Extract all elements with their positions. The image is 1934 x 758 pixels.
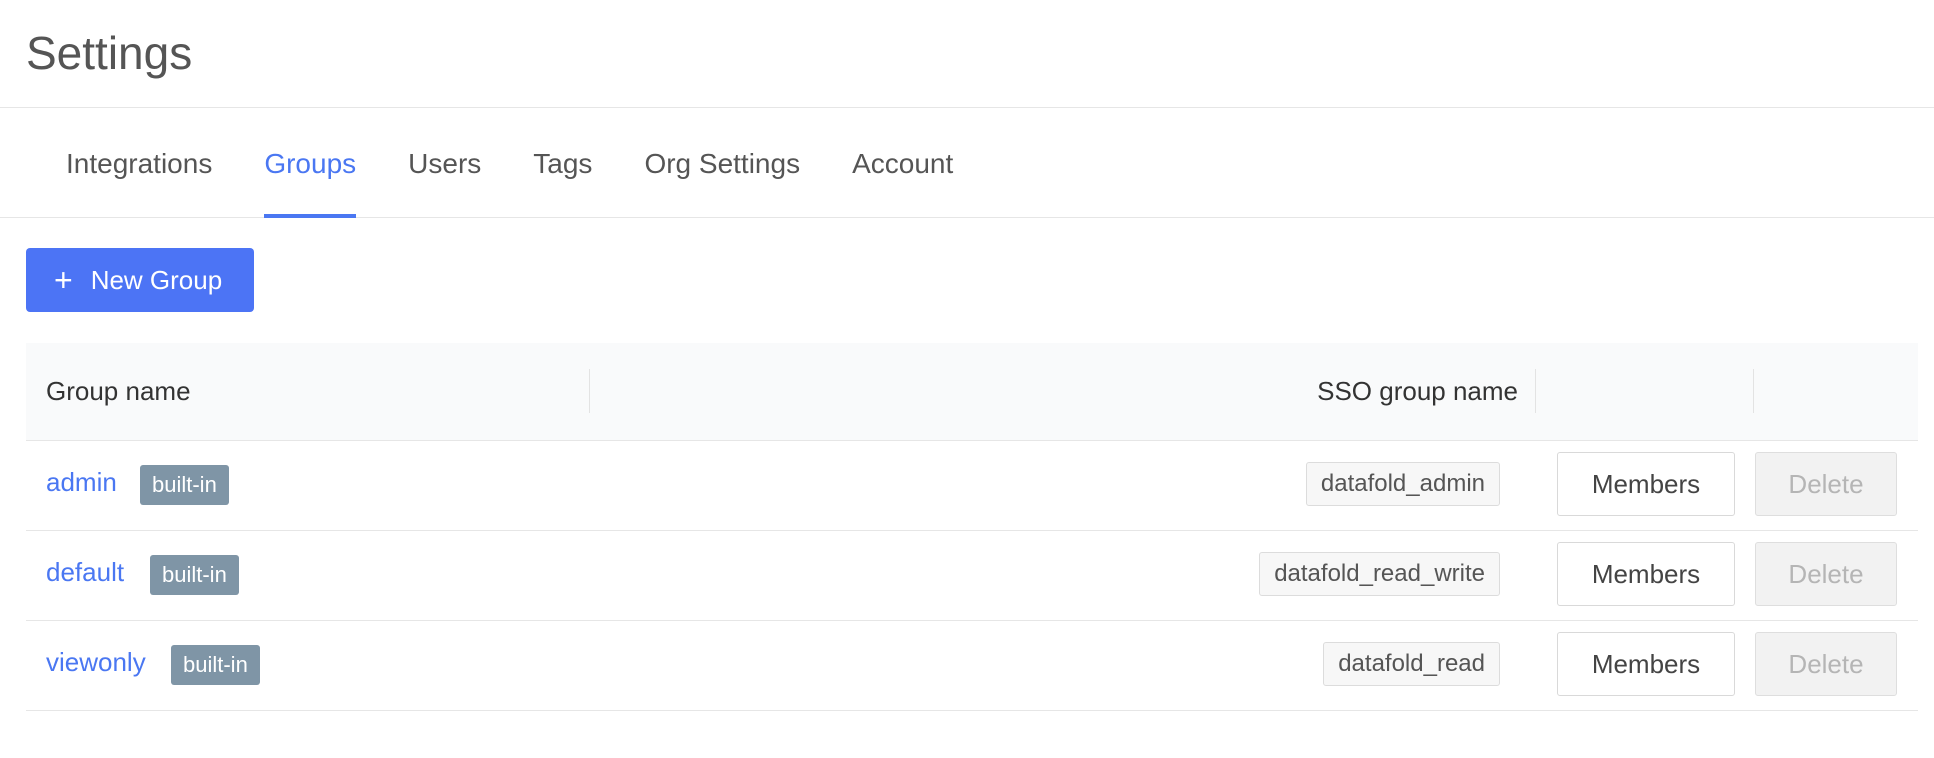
- column-header-group-name: Group name: [46, 376, 191, 406]
- sso-group-chip: datafold_read_write: [1259, 552, 1500, 596]
- column-header-sso-group-name: SSO group name: [1317, 376, 1518, 406]
- tab-tags[interactable]: Tags: [533, 108, 592, 217]
- sso-group-chip: datafold_admin: [1305, 462, 1500, 506]
- built-in-badge: built-in: [150, 555, 239, 595]
- page-title: Settings: [26, 27, 193, 79]
- delete-button: Delete: [1755, 632, 1897, 696]
- tab-groups[interactable]: Groups: [264, 108, 356, 218]
- group-link-viewonly[interactable]: viewonly: [46, 647, 146, 678]
- tab-integrations[interactable]: Integrations: [66, 108, 212, 217]
- tab-users[interactable]: Users: [408, 108, 481, 217]
- group-link-default[interactable]: default: [46, 557, 124, 588]
- sso-group-chip: datafold_read: [1323, 642, 1500, 686]
- table-row: admin built-in datafold_admin Members De…: [26, 441, 1918, 531]
- members-button[interactable]: Members: [1557, 632, 1735, 696]
- delete-button: Delete: [1755, 542, 1897, 606]
- column-divider: [1535, 369, 1536, 413]
- table-row: viewonly built-in datafold_read Members …: [26, 621, 1918, 711]
- column-divider: [1753, 369, 1754, 413]
- plus-icon: +: [54, 262, 73, 298]
- delete-button: Delete: [1755, 452, 1897, 516]
- tab-org-settings[interactable]: Org Settings: [644, 108, 800, 217]
- page-header: Settings: [0, 0, 1934, 108]
- column-divider: [589, 369, 590, 413]
- groups-table: Group name SSO group name admin built-in…: [26, 343, 1918, 711]
- toolbar: + New Group: [26, 248, 255, 312]
- new-group-button[interactable]: + New Group: [26, 248, 255, 312]
- tab-account[interactable]: Account: [852, 108, 953, 217]
- built-in-badge: built-in: [140, 465, 229, 505]
- members-button[interactable]: Members: [1557, 452, 1735, 516]
- table-row: default built-in datafold_read_write Mem…: [26, 531, 1918, 621]
- group-link-admin[interactable]: admin: [46, 467, 117, 498]
- table-header: Group name SSO group name: [26, 343, 1918, 441]
- settings-tabs: Integrations Groups Users Tags Org Setti…: [0, 108, 1934, 218]
- new-group-label: New Group: [90, 264, 223, 295]
- members-button[interactable]: Members: [1557, 542, 1735, 606]
- built-in-badge: built-in: [171, 645, 260, 685]
